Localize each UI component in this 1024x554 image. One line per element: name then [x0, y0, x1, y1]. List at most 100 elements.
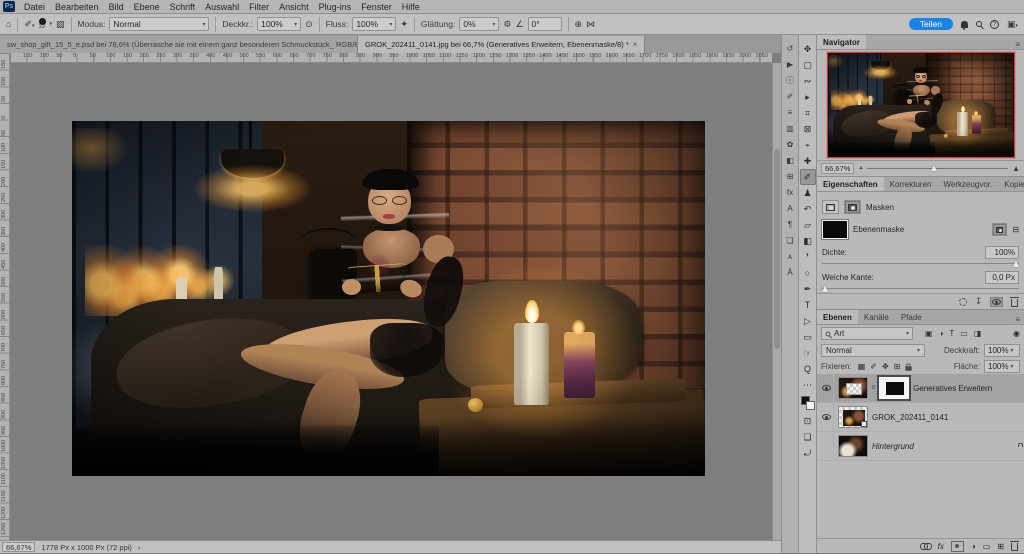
brush-tool-icon[interactable]: ✐: [800, 169, 816, 185]
zoom-out-mountain-icon[interactable]: ▲: [858, 166, 863, 171]
filter-shape-layers-icon[interactable]: ▭: [960, 329, 968, 338]
glyphs-panel-icon[interactable]: ❑: [783, 233, 798, 248]
menu-schrift[interactable]: Schrift: [165, 2, 201, 12]
character-panel-icon[interactable]: A: [783, 201, 798, 216]
document-tab-2[interactable]: GROK_202411_0141.jpg bei 66,7% (Generati…: [358, 36, 645, 53]
gradients-panel-icon[interactable]: ◧: [783, 153, 798, 168]
search-icon[interactable]: [976, 21, 982, 27]
history-brush-tool-icon[interactable]: ↶: [800, 201, 816, 217]
fill-value[interactable]: 100%▾: [984, 360, 1020, 373]
clone-stamp-tool-icon[interactable]: ♟: [800, 185, 816, 201]
lock-all-icon[interactable]: [906, 366, 912, 371]
zoom-tool-icon[interactable]: Q: [800, 361, 816, 377]
airbrush-icon[interactable]: ✦: [400, 20, 408, 29]
add-mask-icon[interactable]: [951, 541, 964, 552]
workspace-icon[interactable]: ▣▾: [1007, 20, 1018, 29]
size-pressure-icon[interactable]: ⊕: [575, 20, 583, 29]
notifications-bell-icon[interactable]: [961, 21, 968, 28]
ruler-horizontal[interactable]: 1501005005010015020025030035040045050055…: [10, 53, 772, 63]
menu-filter[interactable]: Filter: [244, 2, 274, 12]
menu-ansicht[interactable]: Ansicht: [274, 2, 314, 12]
layer-row-generatives-erweitern[interactable]: 8 Generatives Erweitern: [817, 374, 1024, 403]
layer-effects-icon[interactable]: fx: [938, 542, 944, 551]
tab-ebenen[interactable]: Ebenen: [817, 310, 858, 324]
apply-mask-icon[interactable]: ↧: [975, 297, 982, 306]
eyedropper-tool-icon[interactable]: ⌁: [800, 137, 816, 153]
pixel-layer-icon[interactable]: [822, 200, 839, 214]
density-slider[interactable]: [822, 263, 1019, 264]
move-tool-icon[interactable]: ✥: [800, 41, 816, 57]
layer-opacity-value[interactable]: 100%▾: [984, 344, 1020, 357]
status-zoom-field[interactable]: 66,67%: [2, 542, 35, 552]
new-layer-icon[interactable]: ⊞: [997, 542, 1004, 551]
menu-bild[interactable]: Bild: [104, 2, 129, 12]
mask-options-icon[interactable]: ⊟: [1012, 225, 1019, 234]
styles-panel-icon[interactable]: fx: [783, 185, 798, 200]
layer-mask-thumbnail[interactable]: [879, 377, 909, 399]
delete-mask-icon[interactable]: [1011, 299, 1018, 307]
lock-position-icon[interactable]: ✥: [882, 362, 889, 371]
mask-visibility-icon[interactable]: [990, 297, 1003, 307]
home-icon[interactable]: ⌂: [6, 20, 11, 29]
filter-toggle-icon[interactable]: ◉: [1013, 329, 1020, 338]
flow-select[interactable]: 100%▾: [352, 17, 396, 31]
filter-pixel-layers-icon[interactable]: ▣: [925, 329, 933, 338]
pen-tool-icon[interactable]: ✒: [800, 281, 816, 297]
more-tools-icon[interactable]: ⋯: [800, 377, 816, 393]
tab-navigator[interactable]: Navigator: [817, 35, 866, 49]
info-panel-icon[interactable]: ⓘ: [783, 73, 798, 88]
tab-korrekturen[interactable]: Korrekturen: [884, 177, 938, 191]
menu-plug-ins[interactable]: Plug-ins: [314, 2, 357, 12]
brush-settings-toggle-icon[interactable]: ▨: [56, 20, 65, 29]
feather-slider[interactable]: [822, 288, 1019, 289]
layer-visibility-toggle[interactable]: [820, 403, 834, 431]
patterns-panel-icon[interactable]: ✿: [783, 137, 798, 152]
lock-pixels-icon[interactable]: ✐: [870, 362, 877, 371]
layer-row-grok[interactable]: GROK_202411_0141: [817, 403, 1024, 432]
ruler-vertical[interactable]: 1501005005010015020025030035040045050055…: [0, 53, 10, 540]
menu-datei[interactable]: Datei: [19, 2, 50, 12]
color-swatches[interactable]: [801, 396, 815, 410]
frame-tool-icon[interactable]: ⊠: [800, 121, 816, 137]
tab-pfade[interactable]: Pfade: [895, 310, 928, 324]
share-button[interactable]: Teilen: [909, 18, 953, 31]
lock-transparency-icon[interactable]: ▦: [858, 362, 866, 371]
crop-tool-icon[interactable]: ⌗: [800, 105, 816, 121]
status-chevron-icon[interactable]: ›: [138, 543, 141, 552]
blur-tool-icon[interactable]: ❜: [800, 249, 816, 265]
brush-settings-panel-icon[interactable]: ✐: [783, 89, 798, 104]
menu-auswahl[interactable]: Auswahl: [200, 2, 244, 12]
shapes-panel-icon[interactable]: ⊞: [783, 169, 798, 184]
swatches-panel-icon[interactable]: ▥: [783, 121, 798, 136]
panel-menu-icon[interactable]: ≡: [1011, 40, 1024, 49]
smoothing-gear-icon[interactable]: ⚙: [503, 20, 511, 29]
character-styles-panel-icon[interactable]: ᴀ: [783, 249, 798, 264]
layer-visibility-toggle[interactable]: [820, 374, 834, 402]
paragraph-styles-panel-icon[interactable]: Ā: [783, 265, 798, 280]
help-icon[interactable]: ?: [990, 20, 999, 29]
blend-mode-select[interactable]: Normal▾: [821, 344, 925, 357]
menu-hilfe[interactable]: Hilfe: [397, 2, 425, 12]
healing-brush-tool-icon[interactable]: ✚: [800, 153, 816, 169]
angle-input[interactable]: 0°: [528, 17, 562, 31]
navigator-thumbnail[interactable]: [827, 52, 1015, 158]
layer-filter-select[interactable]: Art ▾: [821, 327, 913, 340]
rotate-view-icon[interactable]: ⤾: [800, 445, 816, 461]
symmetry-icon[interactable]: ⋈: [586, 20, 595, 29]
opacity-pressure-icon[interactable]: ⊙: [305, 20, 313, 29]
feather-value[interactable]: 0,0 Px: [985, 271, 1019, 284]
vertical-scrollbar[interactable]: [772, 63, 781, 540]
layer-mask-thumbnail[interactable]: [822, 220, 848, 239]
type-tool-icon[interactable]: T: [800, 297, 816, 313]
mask-properties-icon[interactable]: [844, 200, 861, 214]
quick-mask-icon[interactable]: ⊡: [800, 413, 816, 429]
gradient-tool-icon[interactable]: ◧: [800, 233, 816, 249]
delete-layer-icon[interactable]: [1011, 543, 1018, 551]
background-color-swatch[interactable]: [806, 401, 815, 410]
brush-picker-arrow-icon[interactable]: ▾: [50, 22, 53, 27]
density-value[interactable]: 100%: [985, 246, 1019, 259]
canvas-image[interactable]: [72, 121, 705, 476]
history-panel-icon[interactable]: ↺: [783, 41, 798, 56]
tab-kopierquelle[interactable]: Kopierquelle: [998, 177, 1024, 191]
opacity-select[interactable]: 100%▾: [257, 17, 301, 31]
